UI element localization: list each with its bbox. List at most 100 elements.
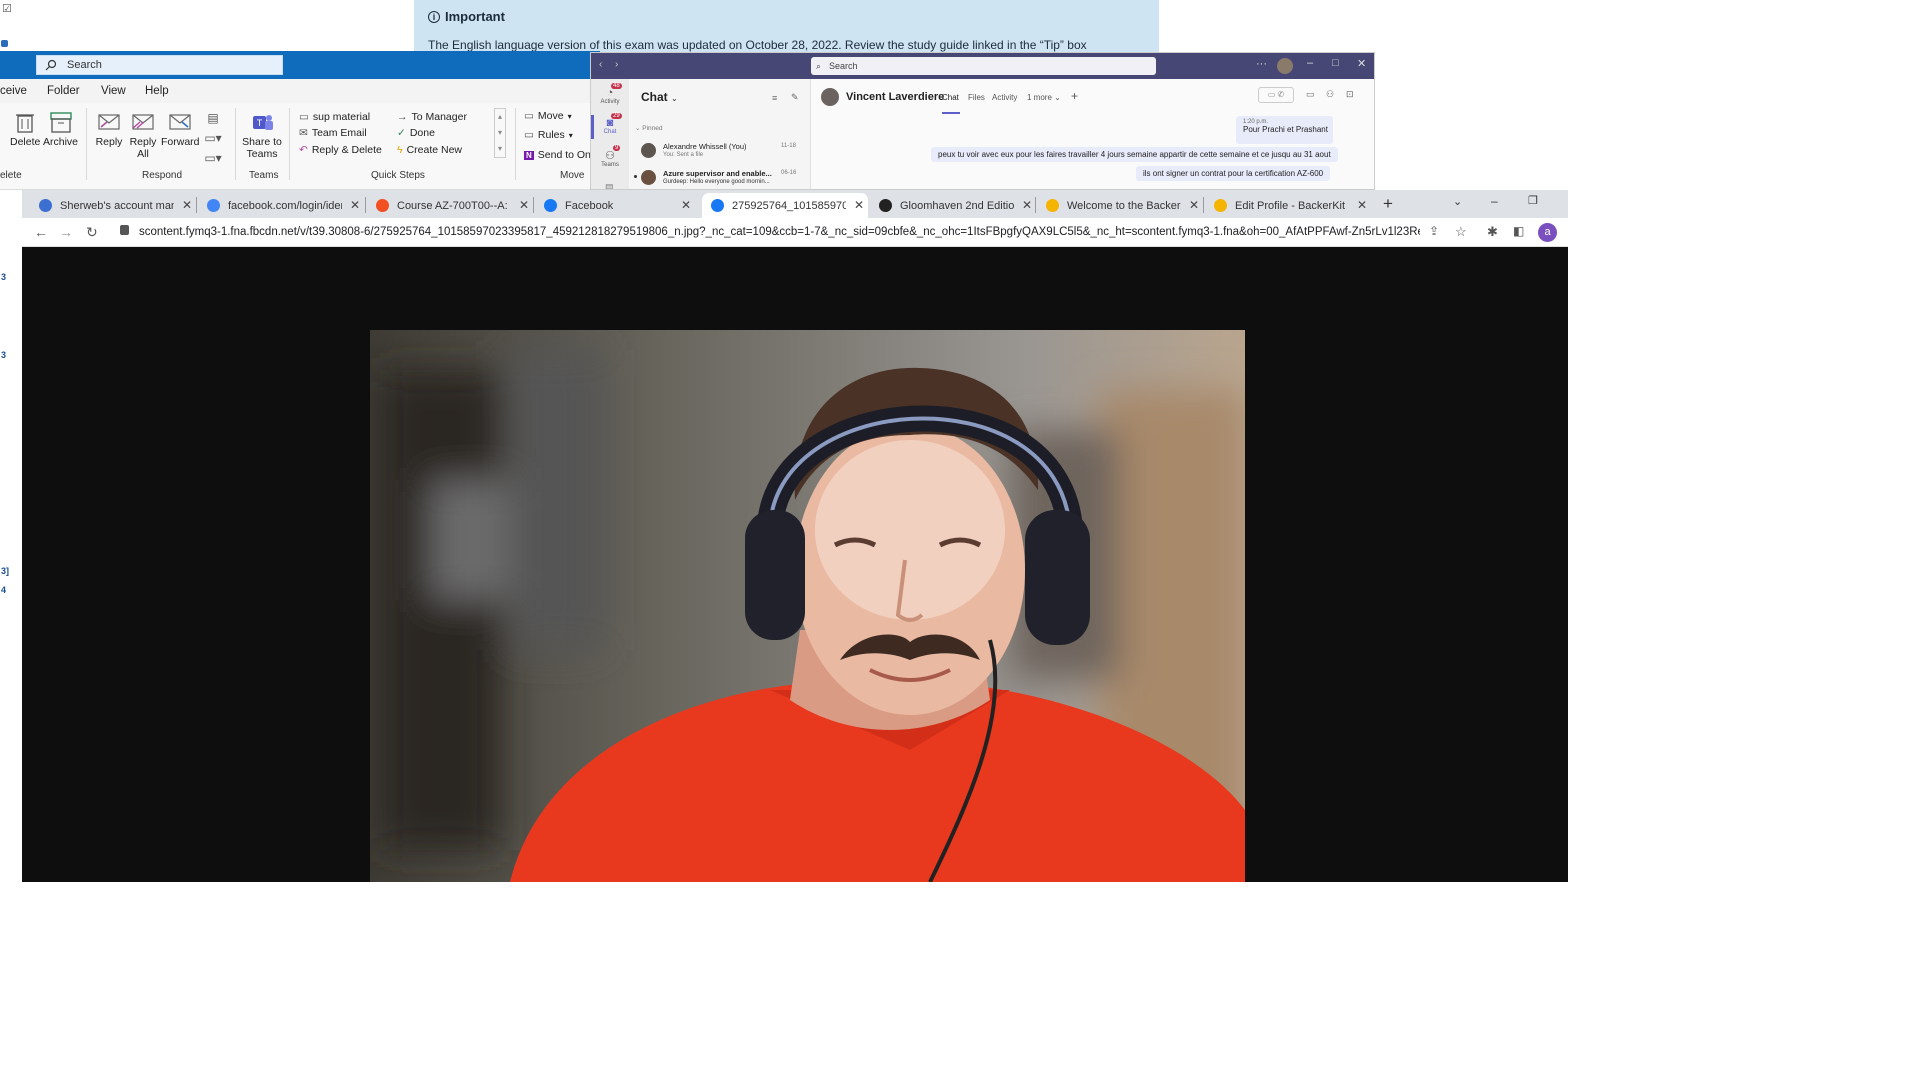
send-to-onenote-button[interactable]: N Send to One	[524, 149, 597, 161]
outlook-search-input[interactable]: Search	[36, 55, 283, 75]
extensions-icon[interactable]: ✱	[1487, 224, 1498, 240]
forward-icon[interactable]: ›	[615, 59, 618, 70]
close-tab-icon[interactable]: ✕	[1022, 198, 1032, 212]
chevron-down-icon: ⌄	[671, 94, 678, 103]
rail-activity[interactable]: ◔ Activity 48	[597, 83, 623, 105]
teams-search-input[interactable]: ⌕ Search	[811, 57, 1156, 75]
list-item[interactable]: Alexandre Whissell (You) You: Sent a fil…	[637, 141, 807, 163]
backerkit-icon	[1214, 199, 1227, 212]
profile-avatar[interactable]: a	[1538, 223, 1557, 242]
quick-step-reply-delete[interactable]: ↶ Reply & Delete	[299, 144, 382, 156]
tab-search-icon[interactable]: ⌄	[1453, 195, 1462, 208]
add-tab-icon[interactable]: +	[1071, 89, 1078, 103]
address-bar[interactable]: scontent.fymq3-1.fna.fbcdn.net/v/t39.308…	[115, 222, 1420, 243]
move-button[interactable]: ▭ Move ▾	[524, 110, 572, 122]
forward-button[interactable]: →	[59, 224, 73, 240]
quick-step-icon: ▭	[299, 111, 309, 123]
tab-title: Facebook	[565, 199, 614, 212]
chat-date: 11-18	[781, 143, 796, 149]
list-item[interactable]: Azure supervisor and enable... Gurdeep: …	[634, 168, 807, 189]
quick-step-label: sup material	[312, 111, 371, 123]
new-tab-button[interactable]: +	[1383, 194, 1393, 214]
add-people-icon[interactable]: ⚇	[1326, 89, 1334, 100]
close-tab-icon[interactable]: ✕	[1189, 198, 1199, 212]
browser-tab[interactable]: Welcome to the BackerKit ✕	[1037, 193, 1203, 218]
browser-tab[interactable]: Sherweb's account manag ✕	[30, 193, 196, 218]
quick-step-label: Reply & Delete	[311, 144, 382, 156]
close-icon[interactable]: ✕	[1357, 57, 1366, 70]
minimize-icon[interactable]: –	[1307, 57, 1313, 69]
webcam-photo	[370, 330, 1245, 882]
tab-files[interactable]: Files	[968, 93, 985, 102]
minimize-icon[interactable]: –	[1491, 194, 1498, 208]
close-tab-icon[interactable]: ✕	[1357, 198, 1367, 212]
browser-tab[interactable]: facebook.com/login/ident ✕	[198, 193, 364, 218]
chat-name: Azure supervisor and enable...	[663, 169, 772, 178]
new-chat-icon[interactable]: ✎	[791, 92, 799, 103]
quick-step-to-manager[interactable]: → To Manager	[397, 111, 467, 123]
share-to-teams-button[interactable]: T Share to Teams	[242, 110, 282, 160]
close-tab-icon[interactable]: ✕	[519, 198, 529, 212]
group-respond-label: Respond	[142, 170, 183, 181]
strip-text: 3	[1, 350, 7, 360]
quick-step-label: To Manager	[411, 111, 467, 123]
quick-step-create-new[interactable]: ϟ Create New	[397, 144, 462, 156]
more-respond-icons[interactable]: ▤ ▭▾ ▭▾	[202, 108, 224, 168]
tab-more[interactable]: 1 more ⌄	[1027, 93, 1061, 102]
menu-folder[interactable]: Folder	[47, 85, 80, 97]
reload-button[interactable]: ↻	[86, 224, 98, 241]
avatar	[821, 88, 839, 106]
screen-share-icon[interactable]: ▭	[1306, 89, 1315, 100]
menu-view[interactable]: View	[101, 85, 126, 97]
reply-all-label: Reply	[129, 136, 157, 148]
browser-tab[interactable]: 275925764_1015859702 ✕	[702, 193, 868, 218]
important-notice: i Important The English language version …	[414, 0, 1159, 52]
browser-tab[interactable]: Facebook ✕	[535, 193, 695, 218]
rail-teams[interactable]: ⚇ Teams 9	[597, 145, 623, 168]
rail-label: Chat	[603, 129, 617, 135]
chat-name: Alexandre Whissell (You)	[663, 142, 747, 151]
quick-step-sup-material[interactable]: ▭ sup material	[299, 111, 370, 123]
forward-button[interactable]: Forward	[161, 110, 200, 148]
archive-button[interactable]: Archive	[43, 110, 78, 148]
close-tab-icon[interactable]: ✕	[350, 198, 360, 212]
close-tab-icon[interactable]: ✕	[681, 198, 691, 212]
reply-all-button[interactable]: Reply All	[128, 110, 158, 160]
menu-help[interactable]: Help	[145, 85, 169, 97]
quick-step-done[interactable]: ✓ Done	[397, 127, 435, 139]
notification-badge: 48	[611, 83, 622, 89]
teams-title-bar: ‹ › ⌕ Search ··· – □ ✕	[591, 53, 1374, 79]
more-icon[interactable]: ···	[1256, 58, 1267, 70]
send-onenote-label: Send to One	[537, 149, 597, 161]
restore-icon[interactable]: ❐	[1528, 194, 1538, 207]
share-icon[interactable]: ⇪	[1429, 224, 1439, 238]
delete-button[interactable]: Delete	[10, 110, 40, 148]
popout-icon[interactable]: ⊡	[1346, 89, 1354, 100]
quick-step-team-email[interactable]: ✉ Team Email	[299, 127, 367, 139]
rail-chat[interactable]: ◙ Chat 29	[597, 113, 623, 135]
close-tab-icon[interactable]: ✕	[182, 198, 192, 212]
browser-tab[interactable]: Gloomhaven 2nd Edition - ✕	[870, 193, 1036, 218]
call-buttons[interactable]: ▭ ✆	[1258, 87, 1294, 103]
browser-tab[interactable]: Edit Profile - BackerKit ✕	[1205, 193, 1371, 218]
menu-receive[interactable]: ceive	[0, 85, 27, 97]
tab-chat[interactable]: Chat	[942, 93, 959, 102]
rules-button[interactable]: ▭ Rules ▾	[524, 129, 573, 141]
reply-button[interactable]: Reply	[94, 110, 124, 148]
close-tab-icon[interactable]: ✕	[854, 198, 864, 212]
browser-tab[interactable]: Course AZ-700T00--A: De ✕	[367, 193, 533, 218]
tab-activity[interactable]: Activity	[992, 93, 1017, 102]
back-button[interactable]: ←	[34, 224, 48, 240]
tab-title: Gloomhaven 2nd Edition -	[900, 199, 1014, 212]
rail-label: Teams	[601, 162, 619, 168]
archive-icon	[49, 112, 72, 133]
calendar-icon[interactable]: ▤	[605, 182, 614, 189]
quick-steps-scroll[interactable]: ▴ ▾ ▾	[494, 108, 506, 158]
side-panel-icon[interactable]: ◧	[1513, 224, 1524, 238]
back-icon[interactable]: ‹	[599, 59, 602, 70]
maximize-icon[interactable]: □	[1332, 57, 1339, 69]
tab-title: Course AZ-700T00--A: De	[397, 199, 511, 212]
bookmark-star-icon[interactable]: ☆	[1455, 224, 1467, 240]
avatar[interactable]	[1277, 58, 1293, 74]
filter-icon[interactable]: ≡	[772, 93, 777, 103]
